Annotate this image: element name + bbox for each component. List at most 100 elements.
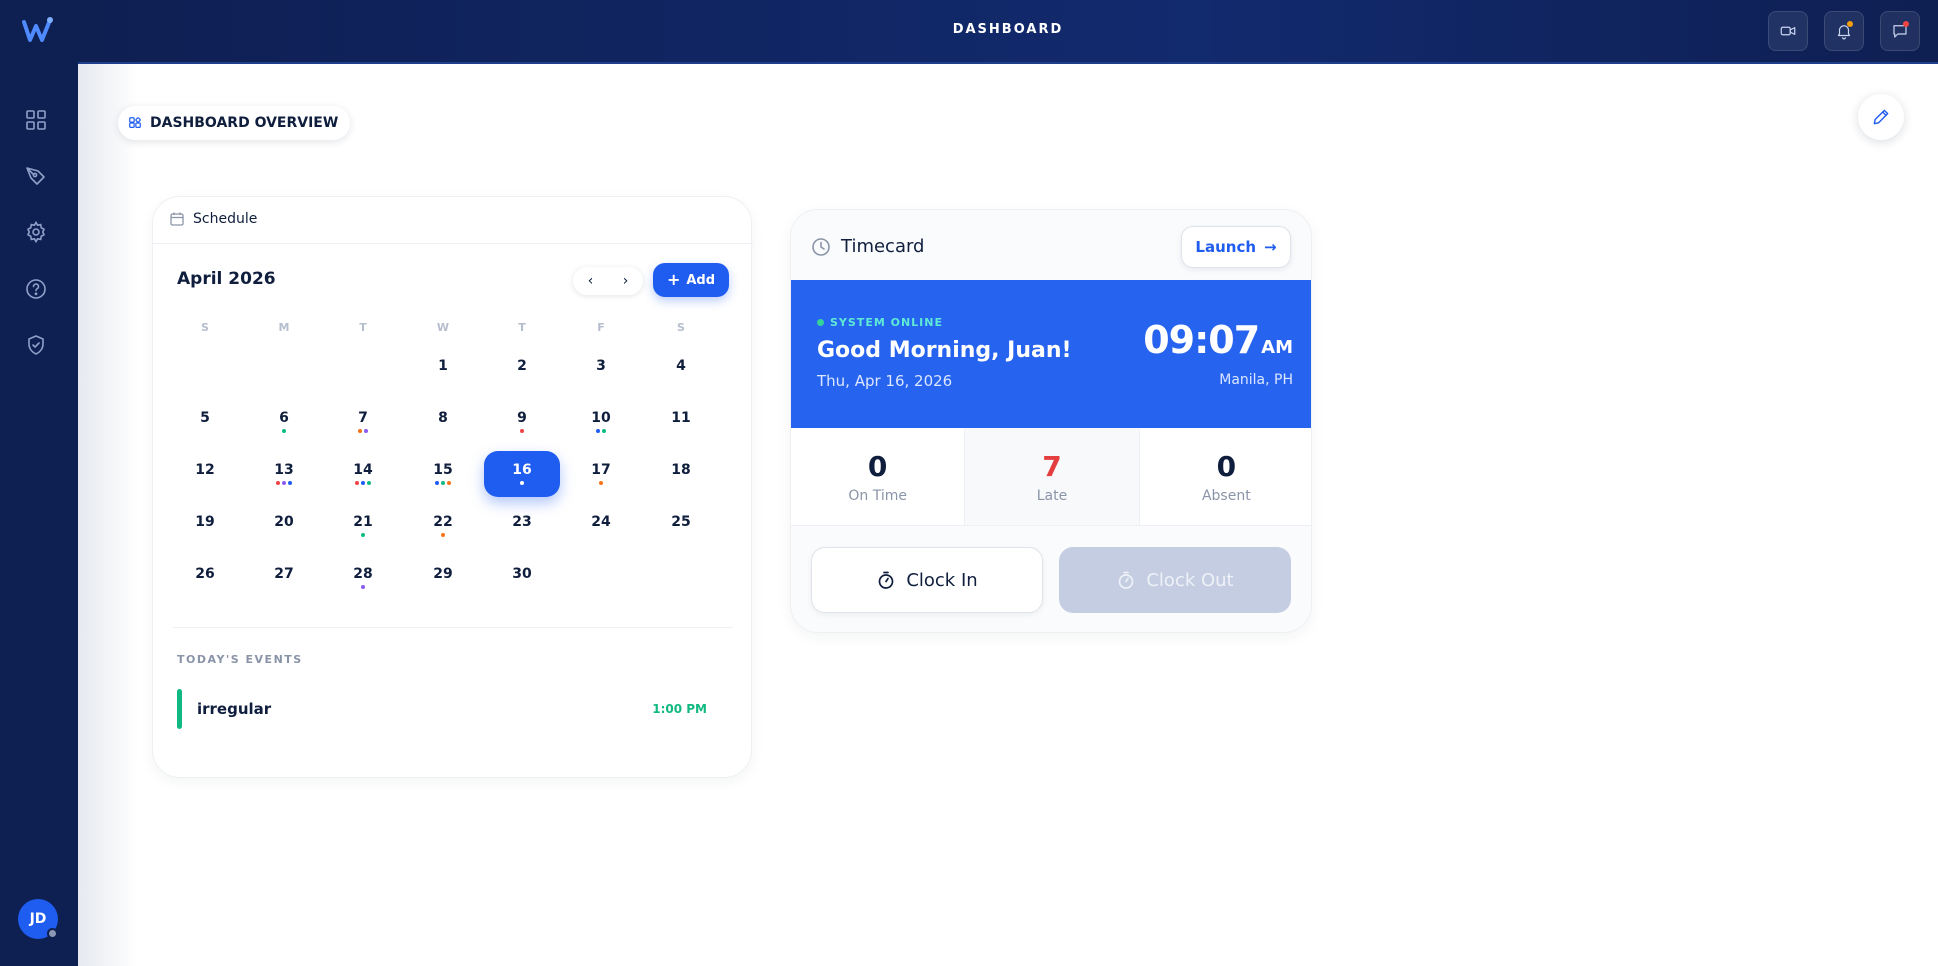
calendar-day[interactable]: 21 — [325, 503, 401, 549]
day-number: 1 — [438, 357, 448, 374]
app-logo[interactable] — [20, 14, 56, 48]
messages-button[interactable] — [1880, 11, 1920, 51]
calendar-day[interactable]: 9 — [484, 399, 560, 445]
calendar-day[interactable]: 15 — [405, 451, 481, 497]
calendar-day[interactable]: 8 — [405, 399, 481, 445]
calendar-day[interactable]: 23 — [484, 503, 560, 549]
calendar-day[interactable]: 10 — [563, 399, 639, 445]
day-number: 23 — [512, 513, 532, 530]
calendar-day[interactable]: 13 — [246, 451, 322, 497]
divider — [173, 627, 733, 628]
day-number: 20 — [274, 513, 294, 530]
clock-out-label: Clock Out — [1146, 569, 1234, 591]
calendar-day[interactable]: 11 — [643, 399, 719, 445]
greeting-text: Good Morning, Juan! — [817, 338, 1072, 363]
calendar-month-title: April 2026 — [177, 269, 276, 289]
calendar-day-selected[interactable]: 16 — [484, 451, 560, 497]
event-dot — [367, 480, 371, 485]
calendar-day[interactable]: 25 — [643, 503, 719, 549]
calendar-day[interactable]: 22 — [405, 503, 481, 549]
day-number: 28 — [353, 565, 373, 582]
calendar-day[interactable]: 27 — [246, 555, 322, 601]
top-bar: DASHBOARD — [78, 0, 1938, 64]
schedule-title: Schedule — [193, 211, 258, 227]
calendar-day[interactable]: 30 — [484, 555, 560, 601]
current-date: Thu, Apr 16, 2026 — [817, 372, 953, 390]
clock-in-label: Clock In — [906, 569, 978, 591]
timecard-title: Timecard — [841, 236, 925, 257]
day-number: 9 — [517, 409, 527, 426]
calendar-day[interactable]: 12 — [167, 451, 243, 497]
day-number: 14 — [353, 461, 373, 478]
calendar-day[interactable]: 28 — [325, 555, 401, 601]
event-item[interactable]: irregular 1:00 PM — [177, 689, 707, 729]
grid-icon[interactable] — [24, 108, 48, 132]
event-dot — [361, 480, 365, 485]
calendar-day[interactable]: 29 — [405, 555, 481, 601]
attendance-stats: 0 On Time 7 Late 0 Absent — [791, 428, 1311, 526]
day-number: 19 — [195, 513, 215, 530]
calendar-day[interactable]: 19 — [167, 503, 243, 549]
day-number: 7 — [358, 409, 368, 426]
notifications-button[interactable] — [1824, 11, 1864, 51]
calendar-day[interactable]: 5 — [167, 399, 243, 445]
calendar-day[interactable]: 14 — [325, 451, 401, 497]
calendar-day[interactable]: 20 — [246, 503, 322, 549]
launch-label: Launch — [1195, 238, 1257, 256]
clock-in-button[interactable]: Clock In — [811, 547, 1043, 613]
calendar-day[interactable]: 1 — [405, 347, 481, 393]
status-dot — [817, 319, 824, 326]
widgets-icon — [129, 117, 141, 128]
messages-badge — [1903, 21, 1909, 27]
stopwatch-icon — [878, 571, 894, 589]
video-call-button[interactable] — [1768, 11, 1808, 51]
event-dots — [361, 532, 365, 539]
pen-tool-icon[interactable] — [24, 164, 48, 188]
day-number: 6 — [279, 409, 289, 426]
calendar-day[interactable]: 26 — [167, 555, 243, 601]
stopwatch-icon — [1119, 571, 1134, 589]
video-camera-icon — [1780, 26, 1796, 36]
gear-icon[interactable] — [24, 220, 48, 244]
event-dot — [276, 480, 280, 485]
edit-dashboard-button[interactable] — [1858, 94, 1904, 140]
calendar-day[interactable]: 18 — [643, 451, 719, 497]
day-number: 2 — [517, 357, 527, 374]
weekday-header: F — [597, 321, 605, 334]
weekday-header: W — [436, 321, 450, 334]
day-number: 27 — [274, 565, 294, 582]
calendar-day[interactable]: 2 — [484, 347, 560, 393]
weekday-header: T — [518, 321, 526, 334]
month-navigation: ‹ › — [573, 267, 643, 295]
day-number: 15 — [433, 461, 453, 478]
arrow-right-icon: → — [1264, 238, 1277, 256]
timecard-banner: SYSTEM ONLINE Good Morning, Juan! Thu, A… — [791, 280, 1311, 428]
weekday-header: S — [677, 321, 685, 334]
event-dots — [276, 480, 292, 487]
add-event-button[interactable]: + Add — [653, 263, 729, 297]
clock-out-button[interactable]: Clock Out — [1059, 547, 1291, 613]
help-icon[interactable] — [24, 277, 48, 301]
launch-button[interactable]: Launch → — [1181, 226, 1291, 268]
calendar-day[interactable]: 6 — [246, 399, 322, 445]
timecard-header: Timecard — [811, 236, 925, 257]
day-number: 3 — [596, 357, 606, 374]
shield-icon[interactable] — [24, 333, 48, 357]
day-number: 5 — [200, 409, 210, 426]
calendar-day[interactable]: 17 — [563, 451, 639, 497]
day-number: 30 — [512, 565, 532, 582]
dashboard-overview-chip: DASHBOARD OVERVIEW — [118, 106, 351, 140]
calendar-day[interactable]: 24 — [563, 503, 639, 549]
calendar-day[interactable]: 4 — [643, 347, 719, 393]
calendar-day[interactable]: 3 — [563, 347, 639, 393]
event-dot — [441, 480, 445, 485]
day-number: 18 — [671, 461, 691, 478]
schedule-header: Schedule — [169, 211, 257, 227]
previous-month-button[interactable]: ‹ — [573, 267, 608, 295]
day-number: 16 — [512, 461, 532, 478]
event-dot — [364, 428, 368, 433]
event-dots — [599, 480, 603, 487]
calendar-day[interactable]: 7 — [325, 399, 401, 445]
day-number: 25 — [671, 513, 691, 530]
next-month-button[interactable]: › — [608, 267, 643, 295]
